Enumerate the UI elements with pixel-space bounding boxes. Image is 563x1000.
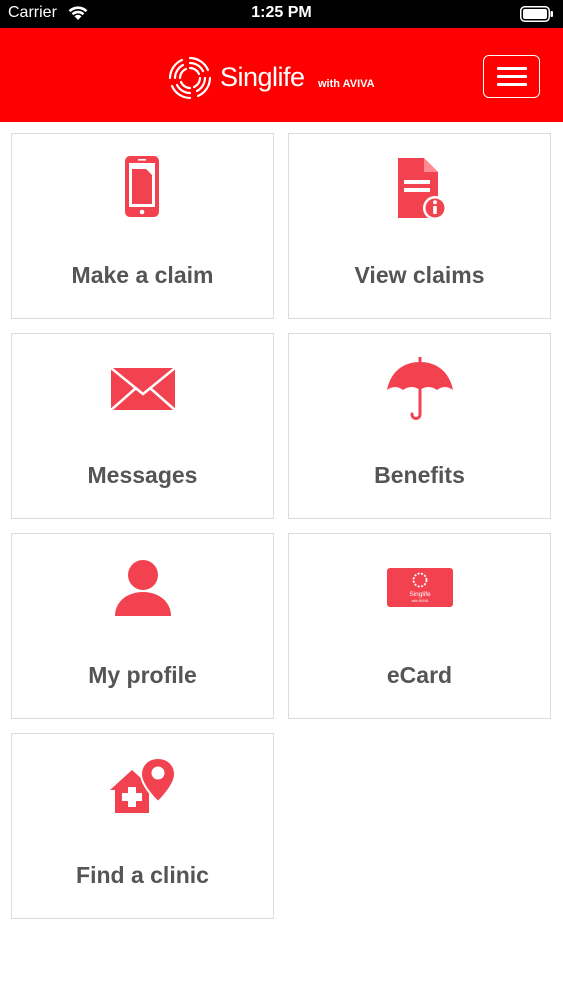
- document-info-icon: [397, 158, 447, 220]
- tile-ecard[interactable]: Singlife with AVIVA eCard: [288, 533, 551, 719]
- card-icon: Singlife with AVIVA: [386, 568, 453, 607]
- brand-name: Singlife: [220, 62, 305, 92]
- umbrella-icon: [386, 357, 453, 420]
- phone-document-icon: [124, 156, 159, 217]
- tile-my-profile[interactable]: My profile: [11, 533, 274, 719]
- status-bar: Carrier 1:25 PM: [0, 0, 563, 28]
- clock-time: 1:25 PM: [251, 4, 312, 21]
- person-icon: [114, 560, 171, 616]
- tile-benefits[interactable]: Benefits: [288, 333, 551, 519]
- app-header: Singlife with AVIVA: [0, 28, 563, 122]
- tile-label: My profile: [88, 662, 197, 688]
- battery-icon: [520, 6, 553, 22]
- menu-bar-icon: [497, 83, 527, 86]
- hamburger-menu-button[interactable]: [483, 55, 540, 98]
- envelope-icon: [109, 367, 176, 411]
- tile-make-a-claim[interactable]: Make a claim: [11, 133, 274, 319]
- menu-bar-icon: [497, 75, 527, 78]
- brand-sub: with AVIVA: [318, 78, 375, 90]
- tile-label: Make a claim: [71, 262, 214, 288]
- tile-find-a-clinic[interactable]: Find a clinic: [11, 733, 274, 919]
- singlife-swirl-icon: [168, 56, 212, 100]
- menu-bar-icon: [497, 67, 527, 70]
- singlife-logo[interactable]: Singlife with AVIVA: [166, 54, 406, 104]
- tile-label: View claims: [354, 262, 485, 288]
- tile-label: Benefits: [374, 462, 465, 488]
- tile-label: Find a clinic: [76, 862, 209, 888]
- tile-messages[interactable]: Messages: [11, 333, 274, 519]
- tile-view-claims[interactable]: View claims: [288, 133, 551, 319]
- tile-label: Messages: [87, 462, 198, 488]
- ecard-brand-sub-text: with AVIVA: [411, 599, 428, 603]
- ecard-brand-text: Singlife: [409, 591, 431, 598]
- tile-label: eCard: [386, 662, 453, 688]
- clinic-location-icon: [109, 756, 176, 813]
